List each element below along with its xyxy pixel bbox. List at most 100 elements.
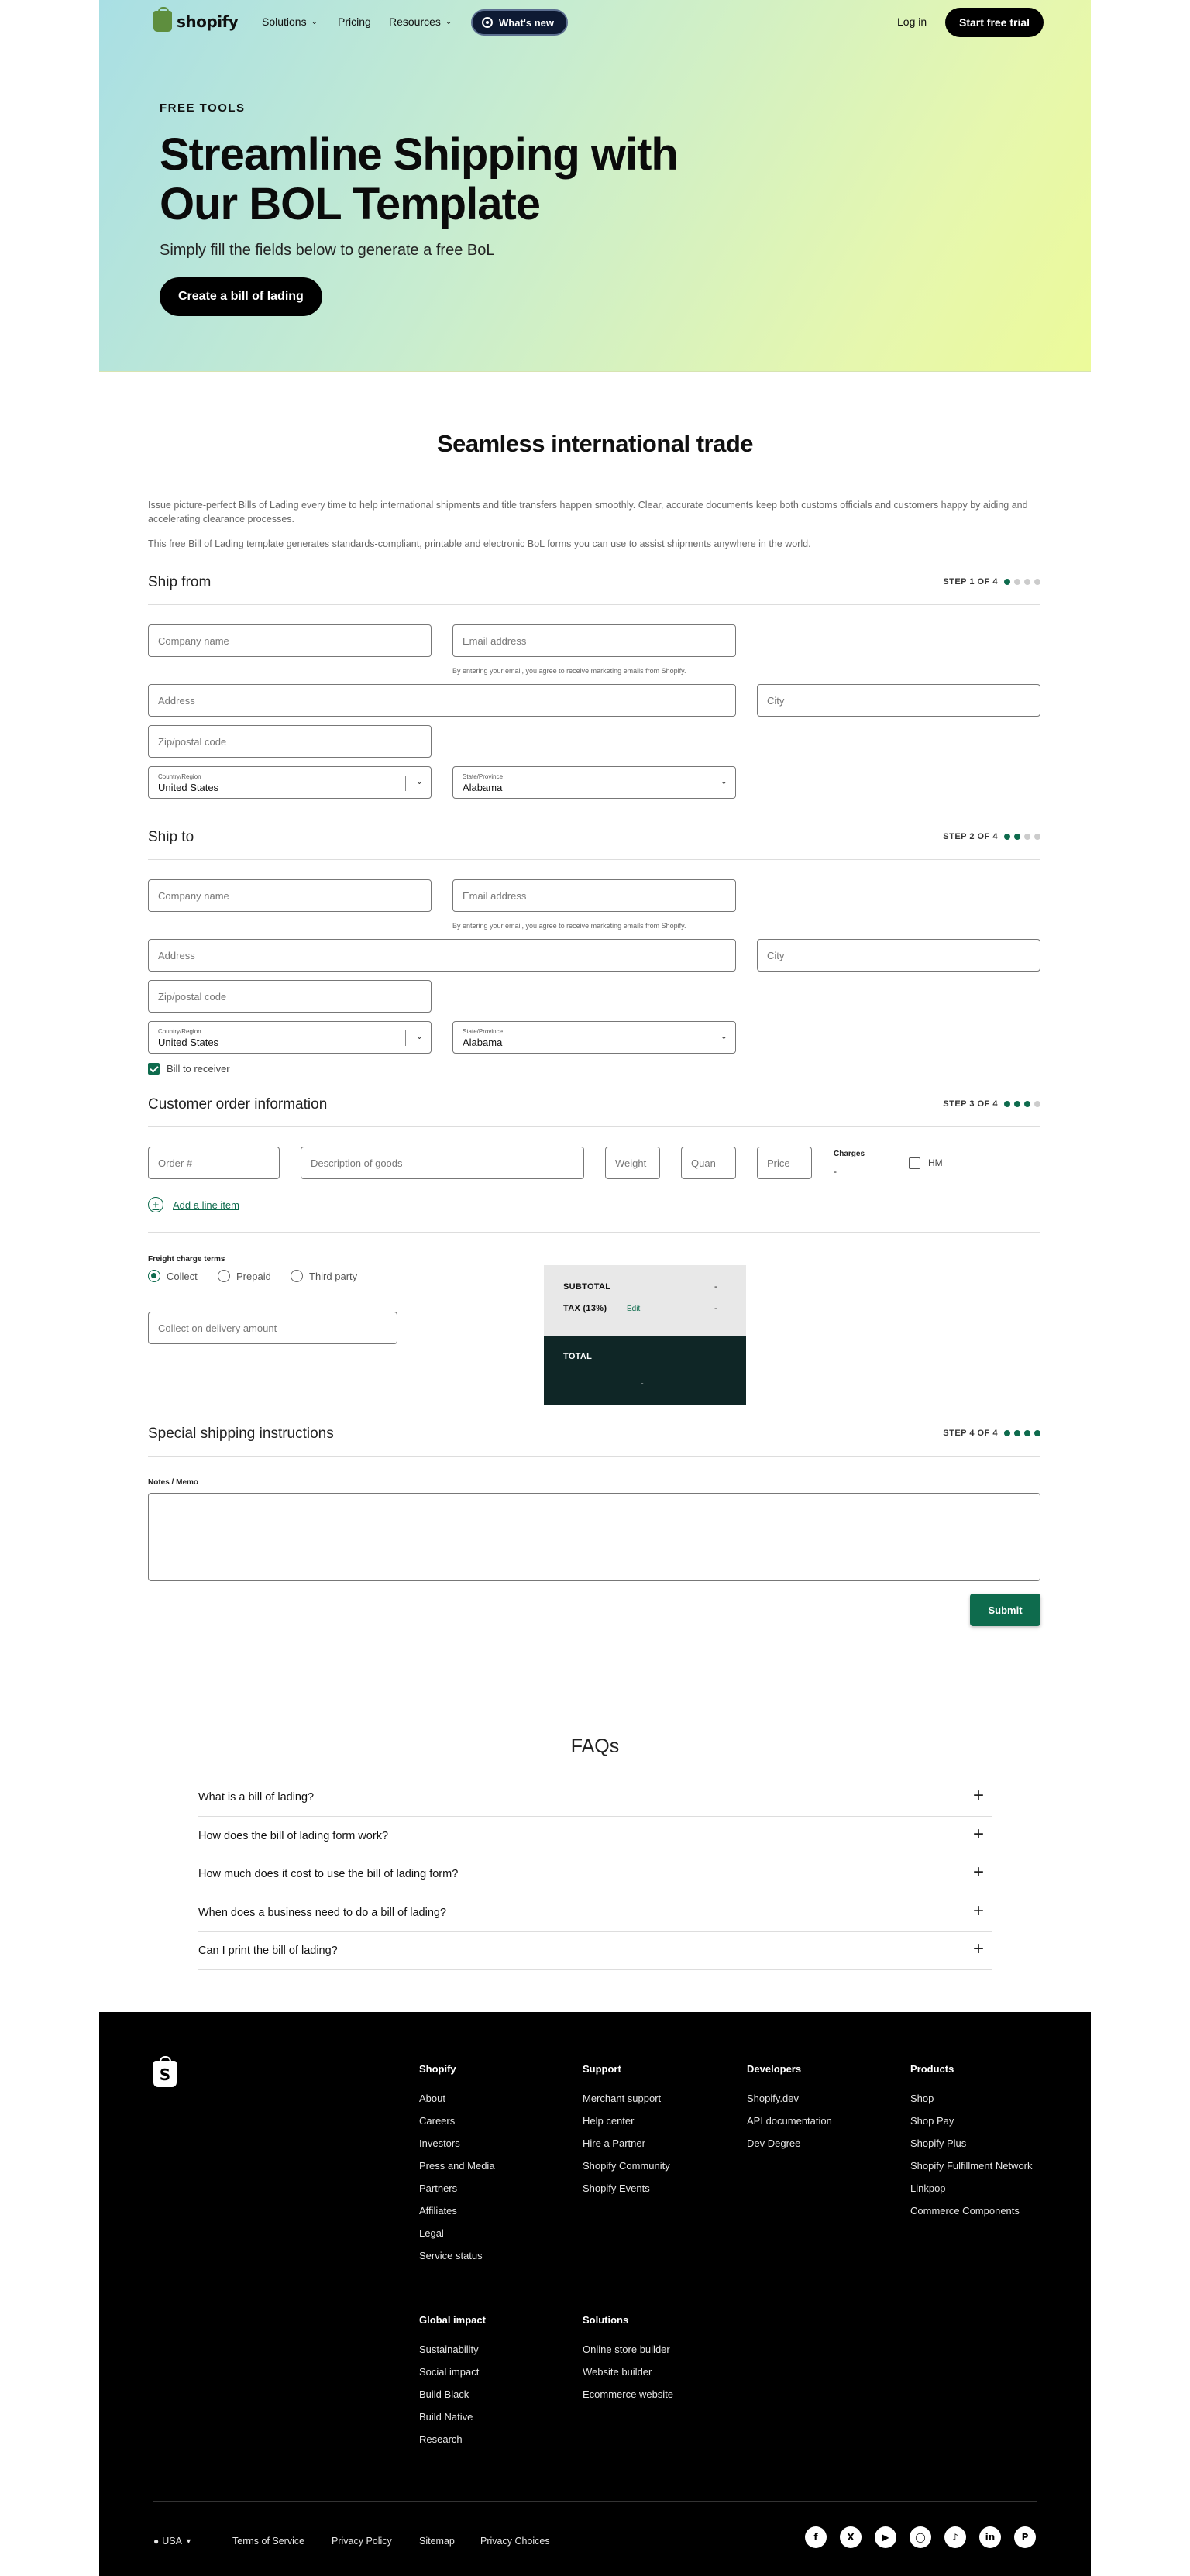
quantity-input[interactable]: Quan	[681, 1147, 736, 1179]
footer-link[interactable]: Research	[419, 2433, 463, 2445]
nav-solutions[interactable]: Solutions ⌄	[262, 15, 318, 28]
footer-link[interactable]: Merchant support	[583, 2093, 661, 2104]
country-label: Country/Region	[158, 1028, 201, 1035]
tax-edit-link[interactable]: Edit	[627, 1305, 640, 1313]
footer-link[interactable]: Partners	[419, 2182, 457, 2194]
create-bol-button[interactable]: Create a bill of lading	[160, 277, 322, 316]
bill-to-receiver-checkbox[interactable]	[148, 1063, 160, 1075]
footer-link[interactable]: Service status	[419, 2250, 483, 2261]
step-dots	[1004, 1430, 1040, 1436]
ship-from-address-input[interactable]: Address	[148, 684, 736, 717]
description-input[interactable]: Description of goods	[301, 1147, 584, 1179]
login-link[interactable]: Log in	[897, 15, 927, 28]
order-header: Customer order information STEP 3 OF 4	[148, 1096, 1040, 1127]
notes-textarea[interactable]	[148, 1493, 1040, 1581]
footer-link[interactable]: Shopify.dev	[747, 2093, 799, 2104]
shopify-bag-icon	[153, 7, 172, 32]
footer-link[interactable]: Shopify Plus	[910, 2137, 966, 2149]
ship-to-email-input[interactable]: Email address	[452, 879, 736, 912]
faq-question: How does the bill of lading form work?	[198, 1830, 389, 1842]
footer-link[interactable]: About	[419, 2093, 445, 2104]
shopify-logo[interactable]: shopify	[153, 7, 239, 32]
footer-link[interactable]: Shop Pay	[910, 2115, 954, 2127]
footer-link[interactable]: API documentation	[747, 2115, 832, 2127]
order-number-input[interactable]: Order #	[148, 1147, 280, 1179]
footer-link[interactable]: Press and Media	[419, 2160, 495, 2172]
cod-amount-input[interactable]: Collect on delivery amount	[148, 1312, 397, 1344]
faq-item[interactable]: When does a business need to do a bill o…	[198, 1894, 992, 1932]
email-hint: By entering your email, you agree to rec…	[452, 667, 686, 675]
add-line-item-button[interactable]: + Add a line item	[148, 1197, 239, 1212]
region-selector[interactable]: ● USA ▼	[153, 2536, 192, 2547]
faq-item[interactable]: How much does it cost to use the bill of…	[198, 1855, 992, 1893]
footer-link[interactable]: Build Black	[419, 2389, 469, 2400]
ship-to-address-input[interactable]: Address	[148, 939, 736, 972]
ship-from-country-select[interactable]: Country/Region United States ⌄	[148, 766, 432, 799]
footer-link[interactable]: Shop	[910, 2093, 934, 2104]
ship-from-company-input[interactable]: Company name	[148, 624, 432, 657]
ship-to-state-select[interactable]: State/Province Alabama ⌄	[452, 1021, 736, 1054]
footer-link[interactable]: Shopify Events	[583, 2182, 650, 2194]
nav-resources[interactable]: Resources ⌄	[389, 15, 452, 28]
tiktok-icon[interactable]: ♪	[944, 2526, 966, 2548]
faq-item[interactable]: How does the bill of lading form work? +	[198, 1818, 992, 1855]
footer-link[interactable]: Commerce Components	[910, 2205, 1020, 2217]
freight-third-party-radio[interactable]	[291, 1270, 303, 1282]
ship-from-city-input[interactable]: City	[757, 684, 1040, 717]
whats-new-button[interactable]: What's new	[471, 9, 568, 36]
start-trial-button[interactable]: Start free trial	[945, 8, 1044, 37]
faq-item[interactable]: Can I print the bill of lading? +	[198, 1932, 992, 1970]
instagram-icon[interactable]: ◯	[910, 2526, 931, 2548]
price-input[interactable]: Price	[757, 1147, 812, 1179]
x-icon[interactable]: X	[840, 2526, 862, 2548]
footer-link[interactable]: Shopify Fulfillment Network	[910, 2160, 1033, 2172]
privacy-link[interactable]: Privacy Policy	[332, 2536, 392, 2547]
ship-from-state-select[interactable]: State/Province Alabama ⌄	[452, 766, 736, 799]
step-indicator: STEP 2 OF 4	[943, 832, 1040, 841]
footer-link[interactable]: Careers	[419, 2115, 455, 2127]
hazmat-checkbox[interactable]	[909, 1157, 920, 1169]
pinterest-icon[interactable]: P	[1014, 2526, 1036, 2548]
footer-link[interactable]: Legal	[419, 2227, 444, 2239]
step-indicator: STEP 1 OF 4	[943, 577, 1040, 586]
footer-link[interactable]: Ecommerce website	[583, 2389, 673, 2400]
ship-to-zip-input[interactable]: Zip/postal code	[148, 980, 432, 1013]
linkedin-icon[interactable]: in	[979, 2526, 1001, 2548]
ship-to-company-input[interactable]: Company name	[148, 879, 432, 912]
footer-link[interactable]: Social impact	[419, 2366, 479, 2378]
ship-to-city-input[interactable]: City	[757, 939, 1040, 972]
total-value: -	[641, 1379, 644, 1388]
ship-from-email-input[interactable]: Email address	[452, 624, 736, 657]
footer-link[interactable]: Hire a Partner	[583, 2137, 645, 2149]
faq-item[interactable]: What is a bill of lading? +	[198, 1779, 992, 1817]
ship-from-zip-input[interactable]: Zip/postal code	[148, 725, 432, 758]
footer-link[interactable]: Build Native	[419, 2411, 473, 2423]
footer-link[interactable]: Website builder	[583, 2366, 652, 2378]
sitemap-link[interactable]: Sitemap	[419, 2536, 455, 2547]
footer-link[interactable]: Dev Degree	[747, 2137, 800, 2149]
nav-pricing[interactable]: Pricing	[338, 15, 371, 28]
shopify-bag-icon[interactable]	[153, 2056, 177, 2087]
freight-prepaid-label: Prepaid	[236, 1271, 271, 1282]
hero: shopify Solutions ⌄ Pricing Resources ⌄ …	[99, 0, 1091, 372]
privacy-choices-link[interactable]: Privacy Choices	[480, 2536, 550, 2547]
plus-icon: +	[972, 1785, 984, 1806]
submit-button[interactable]: Submit	[970, 1594, 1040, 1626]
freight-collect-label: Collect	[167, 1271, 198, 1282]
freight-prepaid-radio[interactable]	[218, 1270, 230, 1282]
footer-link[interactable]: Help center	[583, 2115, 634, 2127]
youtube-icon[interactable]: ▶	[875, 2526, 896, 2548]
ship-to-country-select[interactable]: Country/Region United States ⌄	[148, 1021, 432, 1054]
footer-link[interactable]: Investors	[419, 2137, 460, 2149]
footer-link[interactable]: Shopify Community	[583, 2160, 670, 2172]
footer-link[interactable]: Linkpop	[910, 2182, 946, 2194]
facebook-icon[interactable]: f	[805, 2526, 827, 2548]
top-nav: shopify Solutions ⌄ Pricing Resources ⌄ …	[99, 0, 1091, 43]
footer-link[interactable]: Sustainability	[419, 2344, 479, 2355]
footer-link[interactable]: Online store builder	[583, 2344, 670, 2355]
freight-collect-radio[interactable]	[148, 1270, 160, 1282]
step-label: STEP 1 OF 4	[943, 577, 998, 586]
terms-link[interactable]: Terms of Service	[232, 2536, 304, 2547]
weight-input[interactable]: Weight	[605, 1147, 660, 1179]
footer-link[interactable]: Affiliates	[419, 2205, 457, 2217]
